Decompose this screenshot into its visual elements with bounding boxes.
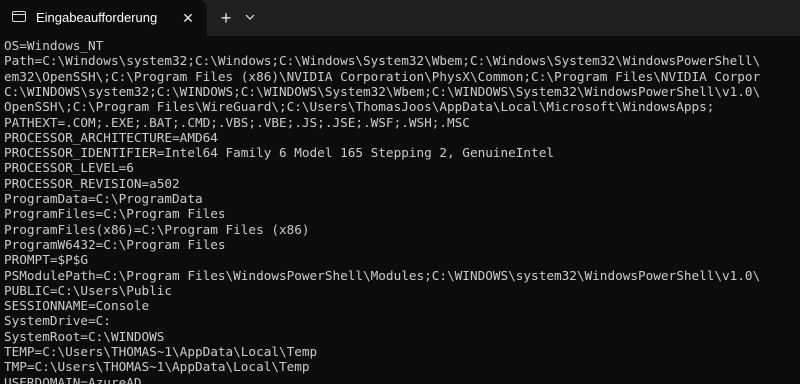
- console-line: PROMPT=$P$G: [4, 252, 89, 268]
- console-output[interactable]: OS=Windows_NT Path=C:\Windows\system32;C…: [0, 38, 800, 384]
- console-line: TMP=C:\Users\THOMAS~1\AppData\Local\Temp: [4, 359, 310, 375]
- tab-title: Eingabeaufforderung: [36, 10, 158, 25]
- tab-command-prompt[interactable]: Eingabeaufforderung ✕: [0, 0, 207, 36]
- chevron-down-icon: [245, 14, 255, 20]
- console-line: OpenSSH\;C:\Program Files\WireGuard\;C:\…: [4, 99, 715, 115]
- console-line: SESSIONNAME=Console: [4, 298, 150, 314]
- console-line: Path=C:\Windows\system32;C:\Windows;C:\W…: [4, 53, 761, 69]
- console-line: SystemRoot=C:\WINDOWS: [4, 328, 165, 344]
- console-line: PROCESSOR_LEVEL=6: [4, 160, 134, 176]
- console-line: PROCESSOR_REVISION=a502: [4, 175, 180, 191]
- console-line: ProgramW6432=C:\Program Files: [4, 236, 226, 252]
- console-line: PATHEXT=.COM;.EXE;.BAT;.CMD;.VBS;.VBE;.J…: [4, 114, 470, 130]
- console-line: USERDOMAIN=AzureAD: [4, 374, 142, 384]
- console-line: ProgramData=C:\ProgramData: [4, 191, 203, 206]
- console-line: OS=Windows_NT: [4, 38, 104, 53]
- console-line: em32\OpenSSH\;C:\Program Files (x86)\NVI…: [4, 68, 761, 84]
- console-line: PUBLIC=C:\Users\Public: [4, 282, 173, 298]
- terminal-icon: [12, 11, 26, 22]
- close-tab-button[interactable]: ✕: [176, 6, 200, 30]
- console-line: PSModulePath=C:\Program Files\WindowsPow…: [4, 267, 761, 283]
- new-tab-button[interactable]: +: [214, 6, 238, 30]
- console-line: TEMP=C:\Users\THOMAS~1\AppData\Local\Tem…: [4, 344, 318, 359]
- console-line: ProgramFiles(x86)=C:\Program Files (x86): [4, 221, 310, 237]
- console-line: PROCESSOR_ARCHITECTURE=AMD64: [4, 129, 218, 145]
- console-line: ProgramFiles=C:\Program Files: [4, 206, 226, 222]
- console-line: PROCESSOR_IDENTIFIER=Intel64 Family 6 Mo…: [4, 145, 554, 161]
- title-bar: Eingabeaufforderung ✕ +: [0, 0, 800, 36]
- console-line: C:\WINDOWS\system32;C:\WINDOWS;C:\WINDOW…: [4, 83, 761, 99]
- tab-dropdown-button[interactable]: [242, 6, 258, 30]
- console-line: SystemDrive=C:: [4, 313, 111, 329]
